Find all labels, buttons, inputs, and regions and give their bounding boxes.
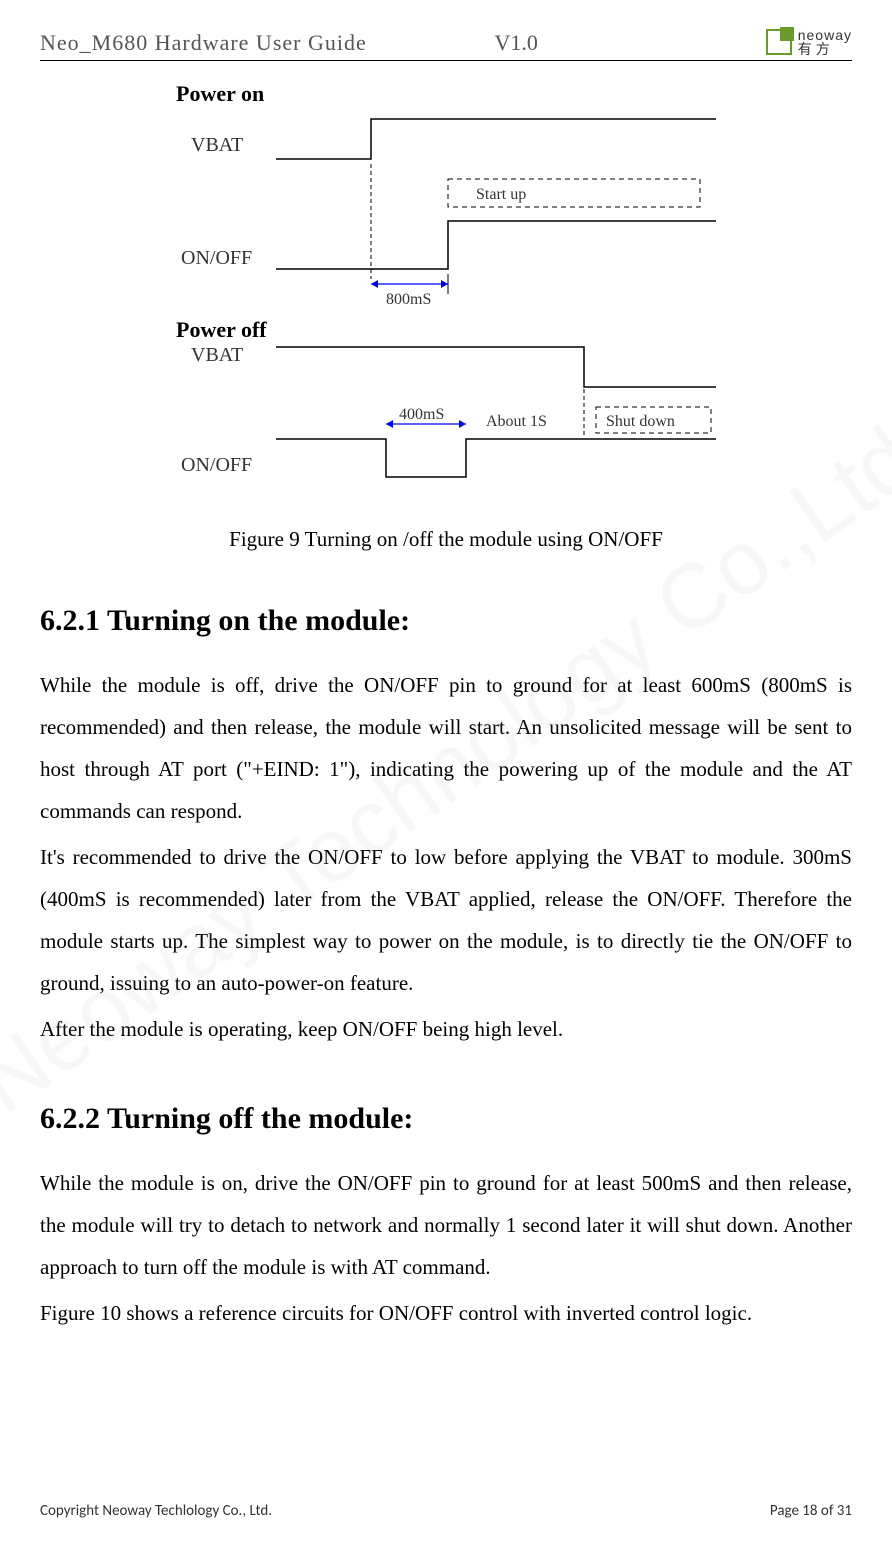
power-on-title: Power on <box>176 81 264 106</box>
doc-version: V1.0 <box>495 30 538 56</box>
body-622-p2: Figure 10 shows a reference circuits for… <box>40 1292 852 1334</box>
doc-title: Neo_M680 Hardware User Guide <box>40 30 367 56</box>
vbat-label-1: VBAT <box>191 134 243 156</box>
body-621-p3: After the module is operating, keep ON/O… <box>40 1008 852 1050</box>
body-622-p1: While the module is on, drive the ON/OFF… <box>40 1162 852 1288</box>
vbat-label-2: VBAT <box>191 344 243 366</box>
page-header: Neo_M680 Hardware User Guide V1.0 neoway… <box>40 0 852 61</box>
heading-621: 6.2.1 Turning on the module: <box>40 604 852 638</box>
footer-page: Page 18 of 31 <box>770 1502 852 1520</box>
logo-text-en: neoway <box>798 28 852 42</box>
body-621-p1: While the module is off, drive the ON/OF… <box>40 664 852 832</box>
timing-diagram: Power on VBAT Start up ON/OFF 800mS Powe… <box>156 79 736 509</box>
onoff-label-1: ON/OFF <box>181 247 252 269</box>
footer-copyright: Copyright Neoway Techlology Co., Ltd. <box>40 1502 272 1520</box>
page-footer: Copyright Neoway Techlology Co., Ltd. Pa… <box>40 1502 852 1520</box>
shutdown-label: Shut down <box>606 413 675 430</box>
figure-caption: Figure 9 Turning on /off the module usin… <box>40 527 852 552</box>
power-off-title: Power off <box>176 317 267 342</box>
t800-label: 800mS <box>386 291 431 308</box>
t400-label: 400mS <box>399 406 444 423</box>
logo-icon <box>766 29 792 55</box>
about1s-label: About 1S <box>486 413 547 430</box>
brand-logo: neoway 有方 <box>766 28 852 56</box>
logo-text-cn: 有方 <box>798 42 852 56</box>
onoff-label-2: ON/OFF <box>181 454 252 476</box>
body-621-p2: It's recommended to drive the ON/OFF to … <box>40 836 852 1004</box>
startup-label: Start up <box>476 186 526 203</box>
heading-622: 6.2.2 Turning off the module: <box>40 1102 852 1136</box>
